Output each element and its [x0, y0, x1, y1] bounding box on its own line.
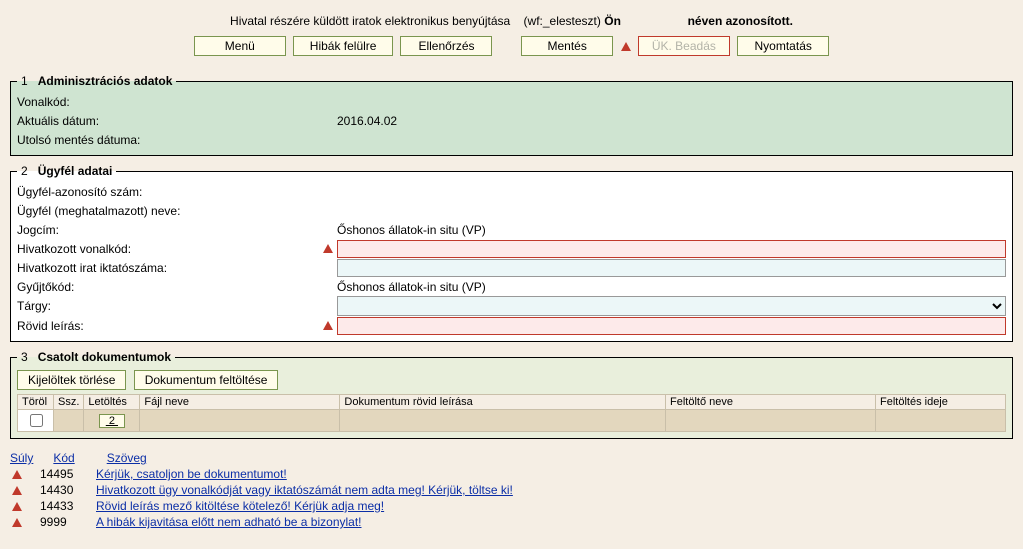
- barcode-label: Vonalkód:: [17, 95, 337, 109]
- ref-iktato-input[interactable]: [337, 259, 1006, 277]
- docs-table: Töröl Ssz. Letöltés Fájl neve Dokumentum…: [17, 394, 1006, 432]
- client-name-label: Ügyfél (meghatalmazott) neve:: [17, 204, 337, 218]
- header-wf: (wf:_elesteszt): [524, 14, 601, 28]
- warning-icon: [12, 470, 22, 479]
- error-code: 9999: [40, 515, 96, 529]
- client-legend-text: Ügyfél adatai: [38, 164, 113, 178]
- client-legend: 2 Ügyfél adatai: [17, 164, 116, 178]
- col-dleiras: Dokumentum rövid leírása: [340, 395, 666, 410]
- errors-top-button[interactable]: Hibák felülre: [293, 36, 393, 56]
- check-button[interactable]: Ellenőrzés: [400, 36, 492, 56]
- row-delete-checkbox[interactable]: [30, 414, 43, 427]
- warning-icon: [323, 244, 333, 253]
- client-id-label: Ügyfél-azonosító szám:: [17, 185, 337, 199]
- lastsave-label: Utolsó mentés dátuma:: [17, 133, 337, 147]
- client-fieldset: 2 Ügyfél adatai Ügyfél-azonosító szám: Ü…: [10, 164, 1013, 342]
- ref-barcode-input[interactable]: [337, 240, 1006, 258]
- jogcim-label: Jogcím:: [17, 223, 337, 237]
- download-icon[interactable]: 2: [99, 414, 125, 428]
- error-row: 14495 Kérjük, csatoljon be dokumentumot!: [10, 467, 1013, 481]
- ref-iktato-label: Hivatkozott irat iktatószáma:: [17, 261, 337, 275]
- admin-legend-num: 1: [21, 74, 28, 88]
- col-feltolto: Feltöltő neve: [666, 395, 876, 410]
- docs-legend-text: Csatolt dokumentumok: [38, 350, 171, 364]
- header-suffix: néven azonosított.: [688, 14, 793, 28]
- col-ssz: Ssz.: [54, 395, 84, 410]
- error-link[interactable]: A hibák kijavitása előtt nem adható be a…: [96, 515, 362, 529]
- docs-fieldset: 3 Csatolt dokumentumok Kijelöltek törlés…: [10, 350, 1013, 439]
- error-link[interactable]: Rövid leírás mező kitöltése kötelező! Ké…: [96, 499, 384, 513]
- col-ido: Feltöltés ideje: [876, 395, 1006, 410]
- rovid-input[interactable]: [337, 317, 1006, 335]
- warning-icon: [12, 486, 22, 495]
- error-link[interactable]: Hivatkozott ügy vonalkódját vagy iktatós…: [96, 483, 513, 497]
- warning-icon: [323, 321, 333, 330]
- admin-legend-text: Adminisztrációs adatok: [38, 74, 173, 88]
- admin-fieldset: 1 Adminisztrációs adatok Vonalkód: Aktuá…: [10, 74, 1013, 156]
- submit-button: ÜK. Beadás: [638, 36, 730, 56]
- warning-icon: [621, 42, 631, 51]
- rovid-label: Rövid leírás:: [17, 319, 321, 333]
- warning-icon: [12, 518, 22, 527]
- page-header: Hivatal részére küldött iratok elektroni…: [10, 14, 1013, 28]
- table-row: 2: [18, 410, 1006, 432]
- error-row: 14433 Rövid leírás mező kitöltése kötele…: [10, 499, 1013, 513]
- error-row: 14430 Hivatkozott ügy vonalkódját vagy i…: [10, 483, 1013, 497]
- docs-legend: 3 Csatolt dokumentumok: [17, 350, 175, 364]
- col-fajl: Fájl neve: [140, 395, 340, 410]
- delete-selected-button[interactable]: Kijelöltek törlése: [17, 370, 126, 390]
- targy-select[interactable]: [337, 296, 1006, 316]
- col-torol: Töröl: [18, 395, 54, 410]
- error-code: 14433: [40, 499, 96, 513]
- error-code: 14495: [40, 467, 96, 481]
- upload-doc-button[interactable]: Dokumentum feltöltése: [134, 370, 279, 390]
- admin-legend: 1 Adminisztrációs adatok: [17, 74, 176, 88]
- error-link[interactable]: Kérjük, csatoljon be dokumentumot!: [96, 467, 287, 481]
- targy-label: Tárgy:: [17, 299, 337, 313]
- client-legend-num: 2: [21, 164, 28, 178]
- err-head-szoveg[interactable]: Szöveg: [107, 451, 147, 465]
- error-list: Súly Kód Szöveg 14495 Kérjük, csatoljon …: [10, 451, 1013, 529]
- warning-icon: [12, 502, 22, 511]
- print-button[interactable]: Nyomtatás: [737, 36, 829, 56]
- docs-legend-num: 3: [21, 350, 28, 364]
- header-on: Ön: [604, 14, 621, 28]
- err-head-kod[interactable]: Kód: [53, 451, 103, 465]
- col-letoltes: Letöltés: [84, 395, 140, 410]
- gyujto-value: Őshonos állatok-in situ (VP): [337, 280, 1006, 294]
- save-button[interactable]: Mentés: [521, 36, 613, 56]
- toolbar: Menü Hibák felülre Ellenőrzés Mentés ÜK.…: [10, 36, 1013, 56]
- gyujto-label: Gyűjtőkód:: [17, 280, 337, 294]
- header-prefix: Hivatal részére küldött iratok elektroni…: [230, 14, 510, 28]
- jogcim-value: Őshonos állatok-in situ (VP): [337, 223, 1006, 237]
- ref-barcode-label: Hivatkozott vonalkód:: [17, 242, 321, 256]
- current-date-value: 2016.04.02: [337, 114, 1006, 128]
- err-head-suly[interactable]: Súly: [10, 451, 50, 465]
- error-code: 14430: [40, 483, 96, 497]
- error-row: 9999 A hibák kijavitása előtt nem adható…: [10, 515, 1013, 529]
- current-date-label: Aktuális dátum:: [17, 114, 337, 128]
- menu-button[interactable]: Menü: [194, 36, 286, 56]
